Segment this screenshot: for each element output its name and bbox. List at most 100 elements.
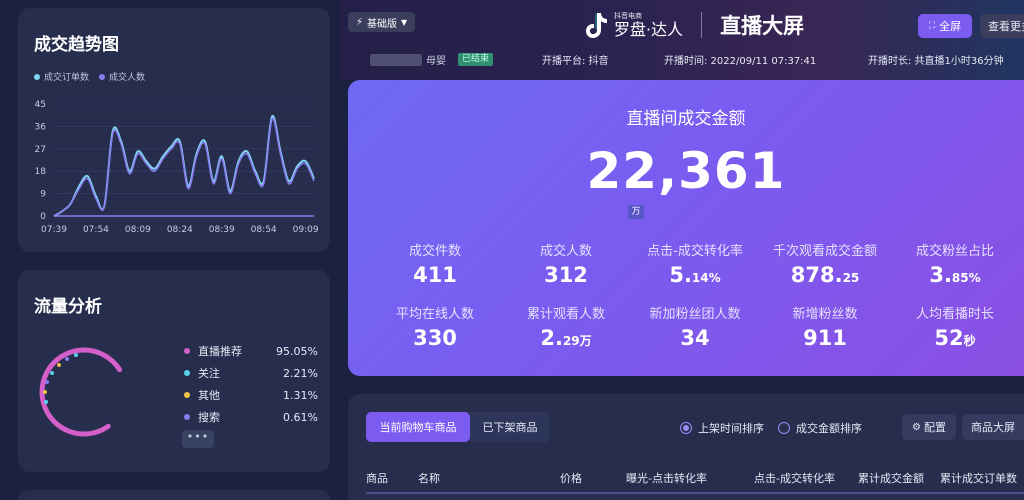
metric-value: 5.14%	[669, 263, 721, 287]
traffic-title: 流量分析	[34, 297, 102, 317]
sort-amount-label: 成交金额排序	[796, 422, 862, 435]
config-label: 配置	[923, 421, 946, 434]
lightning-icon: ⚡	[356, 16, 364, 28]
y-tick-label: 45	[35, 100, 46, 110]
column-header-total-amount: 累计成交金额	[858, 472, 924, 485]
gear-icon: ⚙	[912, 421, 921, 433]
start-time-info: 开播时间: 2022/09/11 07:37:41	[664, 56, 817, 67]
metric-value: 2.29万	[540, 326, 592, 350]
legend-label-orders: 成交订单数	[44, 73, 90, 83]
bottom-panel	[18, 490, 330, 500]
sort-time-label: 上架时间排序	[698, 422, 764, 435]
sort-by-time-radio[interactable]: 上架时间排序	[680, 420, 764, 436]
traffic-item-value: 2.21%	[283, 366, 318, 380]
donut-dot-search	[45, 380, 49, 384]
traffic-item-value: 95.05%	[276, 344, 318, 358]
logo-title: 罗盘·达人	[614, 20, 684, 39]
logo-text-block: 抖音电商 罗盘·达人	[614, 11, 683, 39]
y-tick-label: 27	[35, 145, 46, 155]
tab-current-cart[interactable]: 当前购物车商品	[366, 412, 470, 442]
donut-dot-extra-4	[74, 353, 78, 357]
metric-label: 成交人数	[539, 244, 592, 259]
version-label: 基础版	[367, 18, 398, 30]
metric-value: 312	[544, 263, 588, 287]
traffic-list: 直播推荐 95.05% 关注 2.21% 其他 1.31% 搜索 0.61%	[184, 340, 318, 428]
traffic-dot-icon	[184, 392, 190, 398]
traffic-item-name: 关注	[198, 367, 220, 380]
status-badge: 已结束	[458, 53, 494, 66]
view-more-button[interactable]: 查看更多	[980, 14, 1024, 38]
sort-by-amount-radio[interactable]: 成交金额排序	[778, 420, 862, 436]
metric-label: 千次观看成交金额	[772, 244, 877, 259]
screen-title: 直播大屏	[720, 14, 805, 38]
metric-value: 3.85%	[929, 263, 981, 287]
table-header-divider	[366, 492, 1024, 494]
donut-dot-extra-2	[57, 363, 61, 367]
donut-dot-extra-1	[50, 371, 54, 375]
streamer-avatar-blurred	[370, 54, 422, 66]
traffic-more-button[interactable]: •••	[182, 430, 214, 448]
metric-new-fans: 新增粉丝数 911	[760, 303, 890, 350]
trend-title: 成交趋势图	[34, 35, 119, 55]
x-tick-label: 09:09	[293, 225, 319, 235]
gmv-unit-badge: 万	[628, 205, 644, 219]
traffic-dot-icon	[184, 370, 190, 376]
traffic-item-value: 0.61%	[283, 410, 318, 424]
metric-label: 新加粉丝团人数	[649, 307, 741, 322]
fullscreen-button[interactable]: ⛶ 全屏	[918, 14, 972, 38]
metric-label: 成交件数	[408, 244, 461, 259]
legend-dot-orders-icon	[34, 73, 40, 80]
product-screen-button[interactable]: 商品大屏	[962, 414, 1024, 440]
donut-dot-follow	[44, 400, 48, 404]
traffic-dot-icon	[184, 414, 190, 420]
metric-fan-ratio: 成交粉丝占比 3.85%	[890, 240, 1020, 287]
logo: 抖音电商 罗盘·达人 直播大屏	[584, 10, 804, 40]
legend-item-buyers[interactable]: 成交人数	[99, 70, 145, 83]
traffic-donut-chart	[39, 347, 129, 437]
donut-segment-recommend	[39, 347, 129, 437]
tab-off-shelf[interactable]: 已下架商品	[470, 412, 550, 442]
metric-label: 成交粉丝占比	[915, 244, 994, 259]
metric-avg-watch-time: 人均看播时长 52秒	[890, 303, 1020, 350]
metric-label: 新增粉丝数	[792, 307, 858, 322]
metric-item-count: 成交件数 411	[370, 240, 500, 287]
metric-click-conversion: 点击-成交转化率 5.14%	[630, 240, 760, 287]
gmv-title: 直播间成交金额	[626, 109, 746, 129]
caret-down-icon: ▼	[401, 17, 408, 27]
fullscreen-label: 全屏	[939, 20, 962, 33]
duration-info: 开播时长: 共直播1小时36分钟	[868, 56, 1004, 67]
platform-info: 开播平台: 抖音	[542, 56, 609, 67]
traffic-item-other: 其他 1.31%	[184, 384, 318, 406]
metric-label: 累计观看人数	[526, 307, 605, 322]
x-tick-label: 08:39	[209, 225, 235, 235]
gmv-value: 22,361	[586, 142, 786, 200]
legend-label-buyers: 成交人数	[109, 73, 146, 83]
legend-item-orders[interactable]: 成交订单数	[34, 70, 89, 83]
version-dropdown[interactable]: ⚡ 基础版 ▼	[348, 12, 416, 32]
x-tick-label: 08:54	[251, 225, 277, 235]
metric-avg-online: 平均在线人数 330	[370, 303, 500, 350]
traffic-item-name: 搜索	[198, 411, 220, 424]
metric-value: 411	[413, 263, 457, 287]
legend-dot-buyers-icon	[99, 73, 106, 80]
column-header-exposure-click: 曝光-点击转化率	[626, 472, 707, 485]
x-tick-label: 07:39	[41, 225, 67, 235]
x-tick-label: 07:54	[83, 225, 109, 235]
donut-dot-extra-3	[65, 357, 69, 361]
config-button[interactable]: ⚙ 配置	[902, 414, 956, 440]
x-tick-label: 08:24	[167, 225, 193, 235]
metric-value: 878.25	[790, 263, 860, 287]
traffic-dot-icon	[184, 348, 190, 354]
metric-total-viewers: 累计观看人数 2.29万	[501, 303, 631, 350]
metric-label: 人均看播时长	[915, 307, 994, 322]
traffic-item-name: 其他	[198, 389, 220, 402]
y-tick-label: 9	[40, 190, 46, 200]
column-header-price: 价格	[560, 472, 582, 485]
trend-legend[interactable]: 成交订单数 成交人数	[34, 70, 145, 83]
logo-divider	[701, 12, 703, 38]
metric-label: 平均在线人数	[395, 307, 474, 322]
metric-value: 911	[803, 326, 847, 350]
y-tick-label: 0	[40, 212, 46, 222]
column-header-total-orders: 累计成交订单数	[940, 472, 1017, 485]
metric-new-fan-club: 新加粉丝团人数 34	[630, 303, 760, 350]
